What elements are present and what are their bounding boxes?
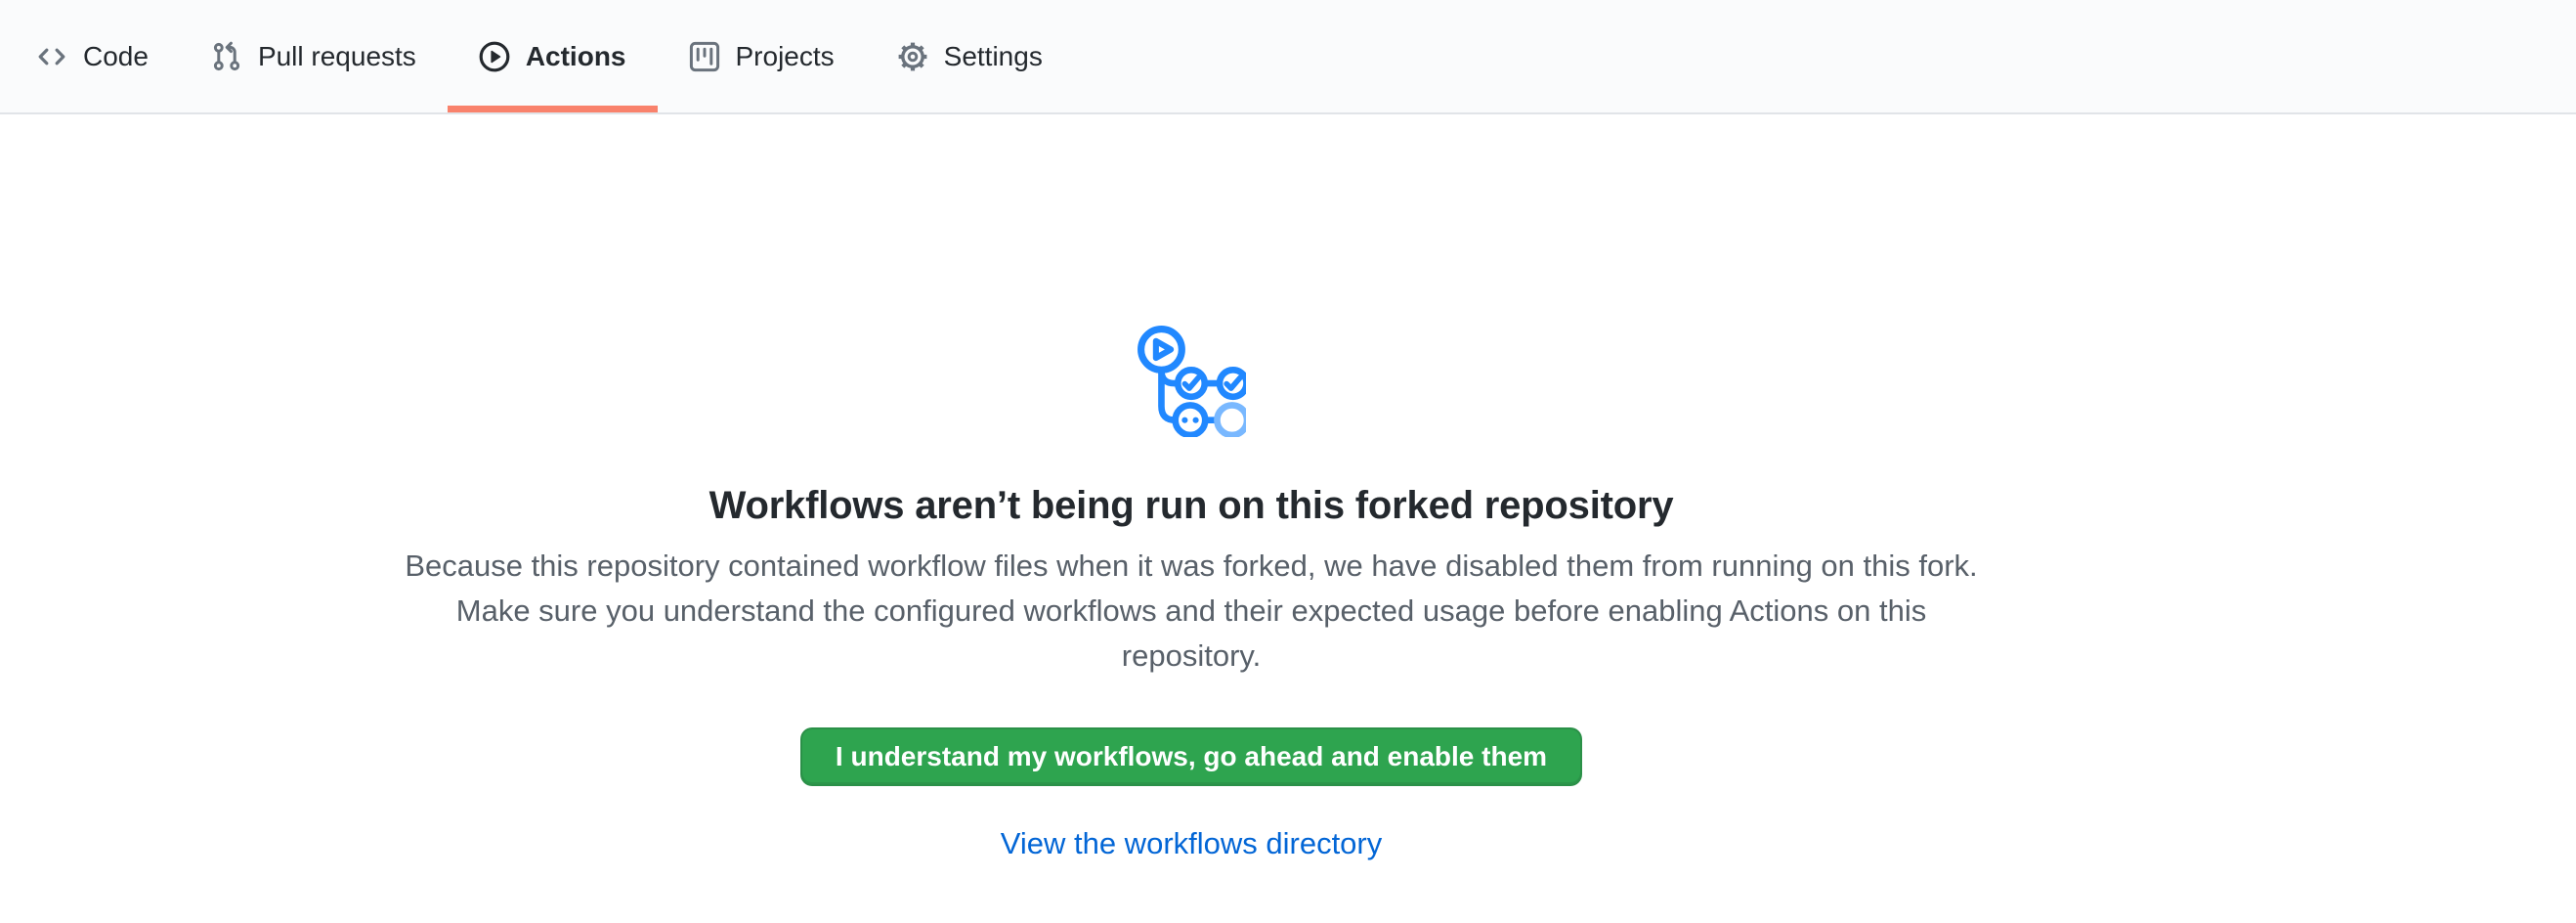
tab-label: Actions: [526, 43, 626, 70]
project-icon: [689, 41, 720, 72]
blankslate: Workflows aren’t being run on this forke…: [390, 114, 1993, 862]
actions-blankslate-page: Workflows aren’t being run on this forke…: [0, 114, 2576, 862]
tab-label: Code: [83, 43, 149, 70]
tab-code[interactable]: Code: [5, 0, 180, 112]
tab-label: Pull requests: [258, 43, 416, 70]
view-workflows-directory-link[interactable]: View the workflows directory: [390, 825, 1993, 862]
tab-actions[interactable]: Actions: [448, 0, 658, 112]
blankslate-description: Because this repository contained workfl…: [400, 544, 1983, 679]
tab-settings[interactable]: Settings: [866, 0, 1074, 112]
gear-icon: [897, 41, 928, 72]
workflow-graph-icon: [1137, 326, 1246, 437]
tab-label: Settings: [944, 43, 1043, 70]
blankslate-title: Workflows aren’t being run on this forke…: [390, 481, 1993, 530]
enable-workflows-button[interactable]: I understand my workflows, go ahead and …: [800, 727, 1582, 786]
code-icon: [36, 41, 67, 72]
selected-tab-underline: [448, 106, 658, 112]
git-pull-request-icon: [211, 41, 242, 72]
tab-label: Projects: [736, 43, 835, 70]
play-icon: [479, 41, 510, 72]
tab-pull-requests[interactable]: Pull requests: [180, 0, 448, 112]
repo-tab-nav: Code Pull requests Actions Projects: [0, 0, 2576, 114]
tab-projects[interactable]: Projects: [658, 0, 866, 112]
